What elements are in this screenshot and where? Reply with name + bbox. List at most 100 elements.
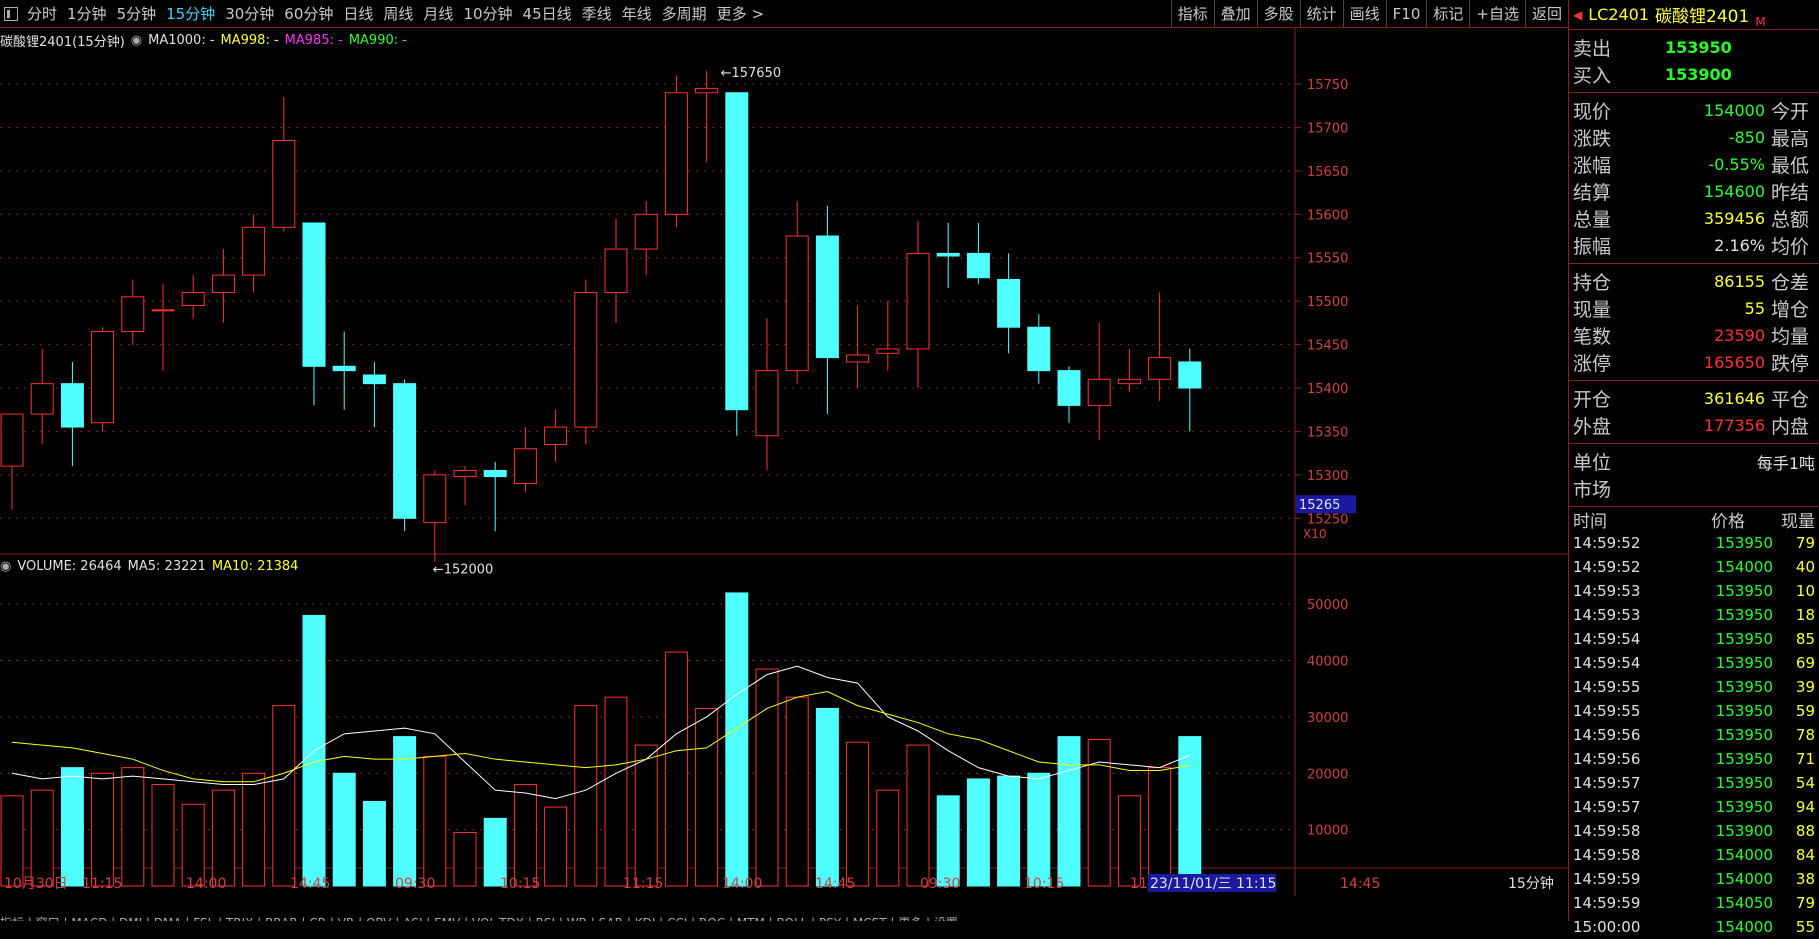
- period-tab[interactable]: 多周期: [657, 3, 712, 24]
- candle-body: [1057, 370, 1081, 406]
- period-tab[interactable]: 分时: [22, 3, 62, 24]
- quote-block-1: 现价 154000 今开 涨跌 -850 最高 涨幅 -0.55% 最低 结算 154600 昨结 总量…: [1569, 93, 1819, 264]
- x-axis-label: 11:15: [623, 876, 663, 892]
- volume-tick-label: 10000: [1307, 824, 1348, 839]
- candle-body: [846, 354, 870, 363]
- candle-body: [1117, 378, 1141, 385]
- market-label: 市场: [1573, 479, 1612, 501]
- candle-body: [242, 226, 266, 276]
- candle-body: [151, 309, 175, 312]
- toolbar-button[interactable]: +自选: [1469, 0, 1525, 28]
- quote-right-label: 最低: [1771, 155, 1810, 177]
- tick-row: 14:59:58 153900 88: [1569, 819, 1819, 843]
- price-tick-label: 15700: [1307, 121, 1348, 136]
- candle-body: [91, 331, 115, 424]
- tick-row: 14:59:56 153950 71: [1569, 747, 1819, 771]
- tick-row: 14:59:52 154000 40: [1569, 555, 1819, 579]
- period-tab[interactable]: 5分钟: [112, 3, 162, 24]
- tick-volume: 88: [1795, 822, 1815, 840]
- price-tick-label: 15450: [1307, 339, 1348, 354]
- quote-label: 现量: [1573, 299, 1612, 321]
- quote-value: 154000: [1703, 101, 1765, 120]
- tick-volume: 38: [1795, 870, 1815, 888]
- period-tab[interactable]: 更多 >: [712, 3, 769, 24]
- period-tab[interactable]: 年线: [617, 3, 657, 24]
- period-tab[interactable]: 60分钟: [279, 3, 338, 24]
- indicator-tabs[interactable]: 指标 | 窗口 | MACD | DMI | DMA | FSL | TRIX …: [0, 914, 1568, 921]
- period-tab[interactable]: 15分钟: [161, 3, 220, 24]
- volume-bar: [1117, 795, 1141, 887]
- contract-flag: M: [1755, 15, 1766, 29]
- price-tick-label: 15400: [1307, 382, 1348, 397]
- volume-bar: [695, 707, 719, 887]
- period-tab[interactable]: 45日线: [518, 3, 577, 24]
- volume-bar: [966, 778, 990, 887]
- toolbar-button[interactable]: 画线: [1342, 0, 1386, 28]
- x-axis-label: 10:15: [1024, 876, 1064, 892]
- quote-label: 现价: [1573, 101, 1612, 123]
- tick-price: 153950: [1715, 798, 1773, 816]
- x-axis-label: 14:00: [186, 876, 226, 892]
- volume-bar: [151, 784, 175, 887]
- quote-right-label: 仓差: [1771, 272, 1810, 294]
- volume-bar: [1027, 772, 1051, 887]
- period-tab[interactable]: 日线: [338, 3, 378, 24]
- collapse-icon[interactable]: ◉: [0, 559, 11, 574]
- tick-volume: 18: [1795, 606, 1815, 624]
- quote-block-3: 开仓 361646 平仓 外盘 177356 内盘: [1569, 381, 1819, 444]
- period-tab[interactable]: 月线: [418, 3, 458, 24]
- quote-row: 现量 55 增仓: [1569, 295, 1819, 322]
- tick-volume: 71: [1795, 750, 1815, 768]
- period-tab[interactable]: 周线: [378, 3, 418, 24]
- volume-bar: [0, 795, 24, 887]
- quote-value: -850: [1728, 128, 1765, 147]
- tick-price: 153950: [1715, 582, 1773, 600]
- candle-body: [1087, 378, 1111, 406]
- period-tab[interactable]: 季线: [577, 3, 617, 24]
- toolbar-button[interactable]: F10: [1385, 0, 1427, 28]
- quote-right-label: 平仓: [1771, 389, 1810, 411]
- x-axis-label: 09:30: [920, 876, 960, 892]
- chart-area[interactable]: 15750 15700 15650 15600 15550 15500 15450 15400…: [0, 28, 1568, 896]
- toolbar-button[interactable]: 指标: [1170, 0, 1214, 28]
- tick-row: 14:59:59 154050 79: [1569, 891, 1819, 915]
- toolbar-button[interactable]: 多股: [1256, 0, 1300, 28]
- tick-row: 15:00:00 154000 55: [1569, 915, 1819, 939]
- toolbar-button[interactable]: 统计: [1299, 0, 1343, 28]
- tick-volume: 79: [1795, 534, 1815, 552]
- period-tab[interactable]: 10分钟: [458, 3, 517, 24]
- x-axis-label: 14:00: [722, 876, 762, 892]
- tick-volume: 85: [1795, 630, 1815, 648]
- quote-label: 持仓: [1573, 272, 1612, 294]
- tick-price: 154000: [1715, 870, 1773, 888]
- high-annotation: ←157650: [721, 66, 782, 81]
- tick-volume: 79: [1795, 894, 1815, 912]
- tick-row: 14:59:57 153950 94: [1569, 795, 1819, 819]
- quote-right-label: 总额: [1771, 209, 1810, 231]
- quote-label: 外盘: [1573, 416, 1612, 438]
- quote-row: 振幅 2.16% 均价: [1569, 232, 1819, 259]
- quote-label: 涨幅: [1573, 155, 1612, 177]
- period-tab[interactable]: 1分钟: [62, 3, 112, 24]
- tick-row: 14:59:54 153950 69: [1569, 651, 1819, 675]
- tick-volume: 69: [1795, 654, 1815, 672]
- tick-time: 14:59:58: [1573, 822, 1641, 840]
- volume-bar: [906, 744, 930, 887]
- tick-time: 14:59:57: [1573, 774, 1641, 792]
- bid-ask: 卖出 153950 买入 153900: [1569, 30, 1819, 93]
- toolbar-button[interactable]: 返回: [1524, 0, 1568, 28]
- x-axis-label: 14:45: [1340, 876, 1380, 892]
- toolbar-button[interactable]: 叠加: [1213, 0, 1257, 28]
- candle-body: [634, 213, 658, 250]
- ask-label: 卖出: [1573, 38, 1612, 60]
- tick-price: 153950: [1715, 678, 1773, 696]
- menu-icon[interactable]: [4, 6, 18, 21]
- period-tab[interactable]: 30分钟: [220, 3, 279, 24]
- price-tick-label: 15600: [1307, 208, 1348, 223]
- tick-header: 时间 价格 现量: [1569, 507, 1819, 532]
- volume-bar: [634, 744, 658, 887]
- x-axis-label: 11: [1130, 876, 1148, 892]
- candle-body: [453, 470, 477, 478]
- toolbar-button[interactable]: 标记: [1426, 0, 1469, 28]
- quote-block-2: 持仓 86155 仓差 现量 55 增仓 笔数 23590 均量 涨停 165650 跌停: [1569, 264, 1819, 381]
